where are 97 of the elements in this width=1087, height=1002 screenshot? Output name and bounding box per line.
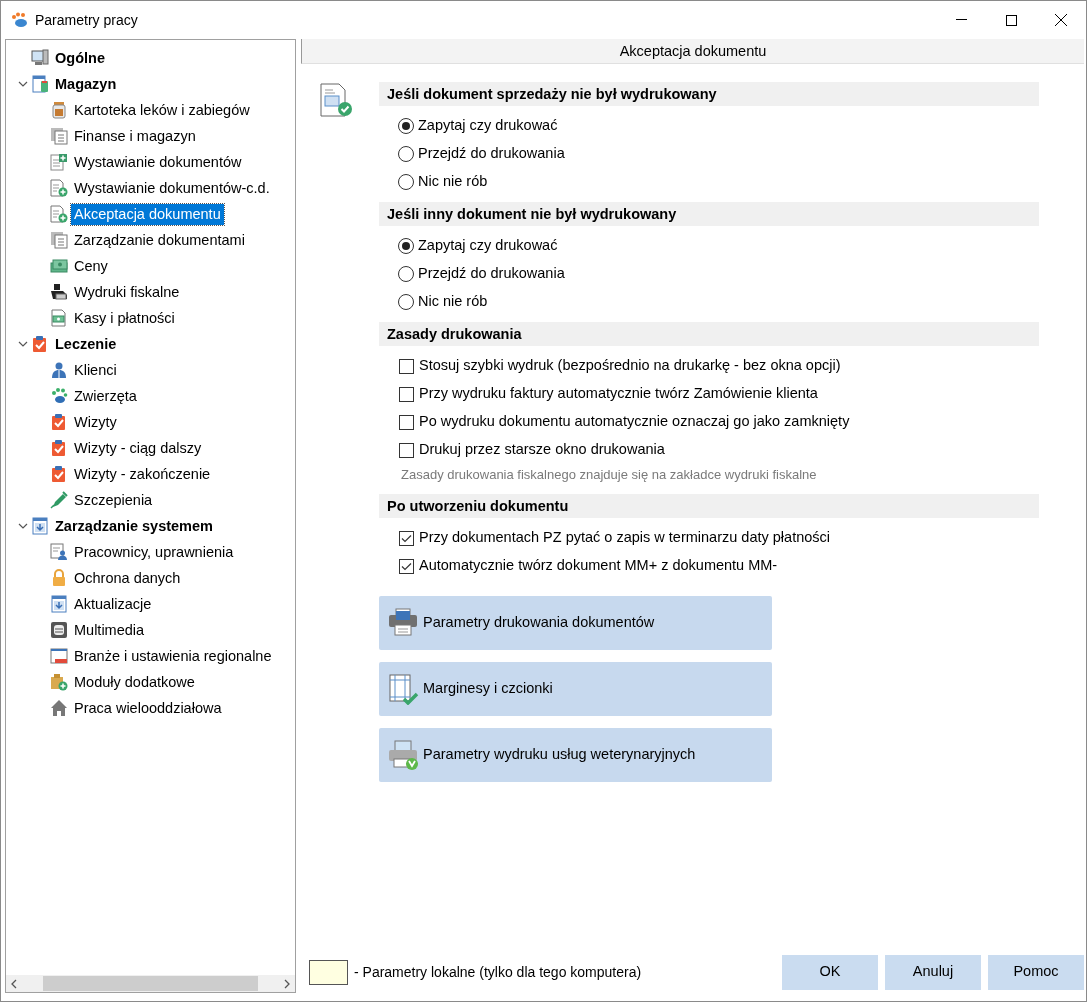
tree-item[interactable]: Klienci (71, 359, 120, 381)
tree-item[interactable]: Wydruki fiskalne (71, 281, 183, 303)
lock-icon (50, 569, 68, 587)
scroll-right-icon[interactable] (283, 978, 291, 989)
house-icon (50, 699, 68, 717)
tree-item[interactable]: Pracownicy, uprawnienia (71, 541, 237, 563)
legend-text: - Parametry lokalne (tylko dla tego komputera) (354, 962, 642, 982)
tree-item[interactable]: Finanse i magazyn (71, 125, 199, 147)
document-plus-icon (50, 205, 68, 223)
section-heading: Jeśli inny dokument nie był wydrukowany (379, 202, 1039, 226)
documents-icon (50, 127, 68, 145)
close-icon (1055, 14, 1067, 26)
tree-item[interactable]: Zwierzęta (71, 385, 140, 407)
tree-item[interactable]: Wizyty (71, 411, 120, 433)
tree-item[interactable]: Akceptacja dokumentu (71, 203, 224, 225)
section-heading: Jeśli dokument sprzedaży nie był wydrukowany (379, 82, 1039, 106)
dialog-button[interactable]: Anuluj (885, 954, 981, 990)
printer-badge-icon (387, 739, 419, 771)
option-label[interactable]: Zapytaj czy drukować (418, 235, 558, 257)
tree-item[interactable]: Ceny (71, 255, 111, 277)
tree-item[interactable]: Szczepienia (71, 489, 156, 511)
film-box-icon (50, 621, 68, 639)
window-title: Parametry pracy (35, 10, 138, 30)
tree-item[interactable]: Kasy i płatności (71, 307, 178, 329)
clipboard-icon (50, 439, 68, 457)
paw-icon (50, 387, 68, 405)
horizontal-scrollbar[interactable] (6, 975, 295, 992)
printer-icon (50, 283, 68, 301)
clipboard-icon (31, 335, 49, 353)
document-person-icon (50, 543, 68, 561)
option-label[interactable]: Nic nie rób (418, 171, 488, 193)
page-title: Akceptacja dokumentu (301, 39, 1084, 64)
syringe-icon (50, 491, 68, 509)
tree-item[interactable]: Moduły dodatkowe (71, 671, 198, 693)
monitor-icon (31, 49, 49, 67)
clipboard-icon (50, 465, 68, 483)
scroll-left-icon[interactable] (10, 978, 18, 989)
page-check-icon (387, 673, 419, 705)
expander-icon[interactable] (17, 341, 29, 347)
dialog-button[interactable]: OK (782, 954, 878, 990)
minimize-icon (955, 19, 967, 21)
option-label[interactable]: Przy dokumentach PZ pytać o zapis w terminarzu daty płatności (419, 527, 830, 549)
window-icon (50, 647, 68, 665)
paw-logo-icon (11, 12, 29, 28)
clipboard-icon (50, 413, 68, 431)
tree-item[interactable]: Magazyn (52, 73, 120, 95)
banknote-icon (50, 309, 68, 327)
tree-item[interactable]: Ogólne (52, 47, 108, 69)
document-window-icon (31, 75, 49, 93)
checkbox[interactable] (399, 358, 414, 374)
option-label[interactable]: Drukuj przez starsze okno drukowania (419, 439, 665, 461)
local-parameter-swatch (309, 959, 348, 985)
tree-item[interactable]: Ochrona danych (71, 567, 184, 589)
tree-item[interactable]: Multimedia (71, 619, 148, 641)
expander-icon[interactable] (17, 523, 29, 529)
checkbox[interactable] (399, 414, 414, 430)
dialog-button[interactable]: Pomoc (988, 954, 1084, 990)
option-label[interactable]: Stosuj szybki wydruk (bezpośrednio na drukarkę - bez okna opcji) (419, 355, 841, 377)
printer-icon (387, 607, 419, 639)
checkbox[interactable] (399, 530, 414, 546)
tree-item[interactable]: Aktualizacje (71, 593, 155, 615)
tree-item[interactable]: Branże i ustawienia regionalne (71, 645, 275, 667)
option-label[interactable]: Przejdź do drukowania (418, 263, 565, 285)
tree-item[interactable]: Wizyty - zakończenie (71, 463, 214, 485)
banknotes-icon (50, 257, 68, 275)
option-label[interactable]: Przejdź do drukowania (418, 143, 565, 165)
action-button[interactable]: Parametry wydruku usług weterynaryjnych (379, 728, 772, 782)
tree-item[interactable]: Praca wielooddziałowa (71, 697, 225, 719)
tree-item[interactable]: Wystawianie dokumentów (71, 151, 245, 173)
expander-icon[interactable] (17, 81, 29, 87)
jar-icon (50, 101, 68, 119)
option-label[interactable]: Przy wydruku faktury automatycznie twórz Zamówienie klienta (419, 383, 818, 405)
document-plus-icon (50, 153, 68, 171)
action-button[interactable]: Parametry drukowania dokumentów (379, 596, 772, 650)
person-icon (50, 361, 68, 379)
document-check-icon (319, 82, 353, 118)
tree-item[interactable]: Wystawianie dokumentów-c.d. (71, 177, 273, 199)
tree-item[interactable]: Kartoteka leków i zabiegów (71, 99, 253, 121)
option-label[interactable]: Zapytaj czy drukować (418, 115, 558, 137)
tree-item[interactable]: Zarządzanie systemem (52, 515, 216, 537)
documents-icon (50, 231, 68, 249)
checkbox[interactable] (399, 558, 414, 574)
hint-text: Zasady drukowania fiskalnego znajduje się na zakładce wydruki fiskalne (400, 466, 818, 484)
document-plus-icon (50, 179, 68, 197)
section-heading: Po utworzeniu dokumentu (379, 494, 1039, 518)
tree-item[interactable]: Leczenie (52, 333, 120, 355)
section-heading: Zasady drukowania (379, 322, 1039, 346)
tree-item[interactable]: Wizyty - ciąg dalszy (71, 437, 205, 459)
maximize-icon (1005, 14, 1017, 26)
action-button[interactable]: Marginesy i czcionki (379, 662, 772, 716)
checkbox[interactable] (399, 386, 414, 402)
option-label[interactable]: Nic nie rób (418, 291, 488, 313)
option-label[interactable]: Po wydruku dokumentu automatycznie oznaczaj go jako zamknięty (419, 411, 850, 433)
box-plus-icon (50, 673, 68, 691)
option-label[interactable]: Automatycznie twórz dokument MM+ z dokumentu MM- (419, 555, 778, 577)
checkbox[interactable] (399, 442, 414, 458)
tree-item[interactable]: Zarządzanie dokumentami (71, 229, 248, 251)
